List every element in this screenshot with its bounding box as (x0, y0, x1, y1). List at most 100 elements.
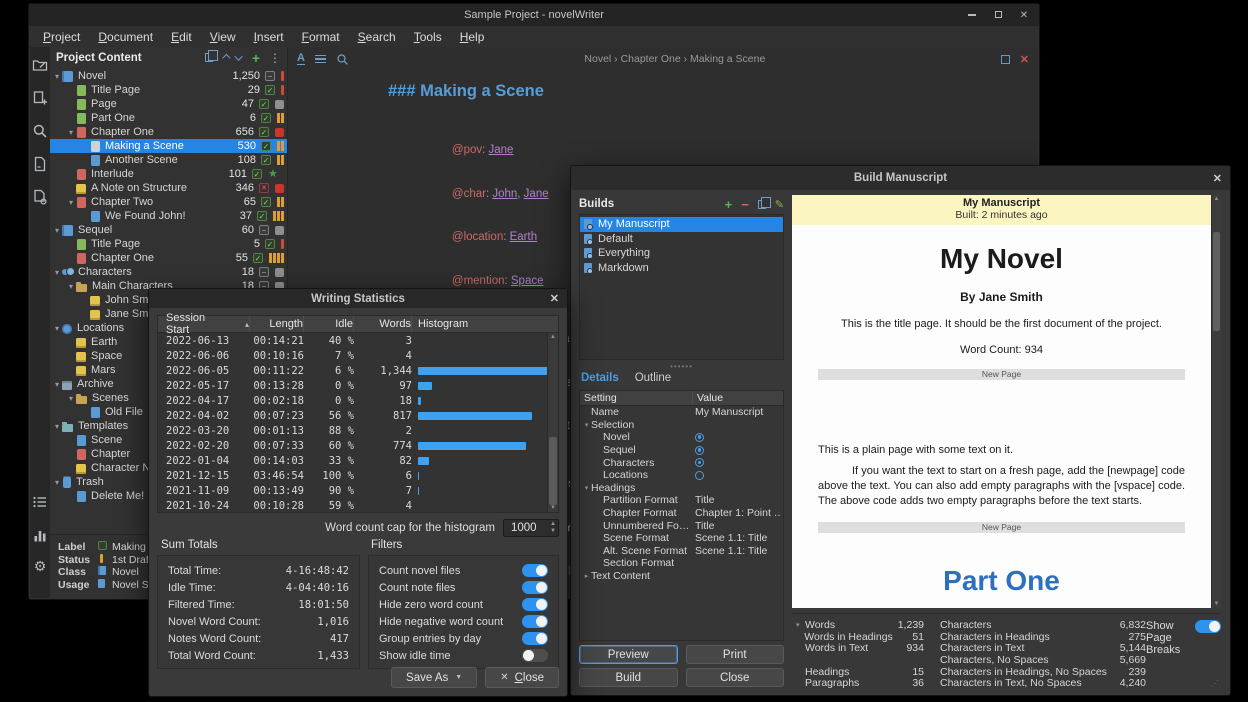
writing-stats-icon[interactable] (32, 527, 48, 543)
search-icon[interactable] (32, 123, 48, 139)
session-row[interactable]: 2022-04-17 00:02:18 0 % 18 (158, 393, 558, 408)
typography-icon[interactable]: A (297, 53, 305, 65)
expander-icon[interactable]: ▾ (582, 421, 591, 429)
expander-icon[interactable]: ▸ (582, 572, 591, 580)
close-button[interactable]: ✕Close (485, 667, 559, 688)
radio-indicator[interactable] (695, 458, 704, 467)
move-up-icon[interactable] (222, 53, 230, 61)
session-row[interactable]: 2022-06-05 00:11:22 6 % 1,344 (158, 363, 558, 378)
close-dialog-icon[interactable]: ✕ (550, 289, 559, 308)
menu-item[interactable]: Format (293, 28, 349, 46)
setting-row[interactable]: Sequel (580, 444, 783, 457)
document-icon[interactable] (32, 156, 48, 172)
column-setting[interactable]: Setting (580, 391, 693, 405)
filter-toggle[interactable] (522, 615, 548, 628)
setting-row[interactable]: ▸ Text Content (580, 570, 783, 583)
dialog-button[interactable]: Close (686, 668, 785, 687)
column-idle[interactable]: Idle (304, 316, 354, 332)
column-histogram[interactable]: Histogram (412, 316, 558, 332)
filter-toggle[interactable] (522, 598, 548, 611)
add-build-icon[interactable]: + (725, 197, 733, 212)
tree-item[interactable]: Title Page 29 (50, 83, 287, 97)
tree-item[interactable]: ▾ Chapter One 656 (50, 125, 287, 139)
expander-icon[interactable]: ▾ (52, 324, 62, 333)
setting-row[interactable]: Chapter Format Chapter 1: Point … (580, 507, 783, 520)
setting-row[interactable]: Locations (580, 469, 783, 482)
setting-row[interactable]: Partition Format Title (580, 494, 783, 507)
stats-titlebar[interactable]: Writing Statistics ✕ (149, 289, 567, 308)
histogram-cap-spinner[interactable]: 1000 ▲▼ (503, 519, 559, 537)
tree-item[interactable]: Part One 6 (50, 111, 287, 125)
tree-item[interactable]: ▾ Sequel 60 (50, 223, 287, 237)
session-row[interactable]: 2021-11-09 00:13:49 90 % 7 (158, 483, 558, 498)
splitter-handle[interactable]: •••••• (579, 362, 784, 371)
menu-item[interactable]: View (201, 28, 245, 46)
table-scrollbar[interactable]: ▲▼ (547, 333, 558, 512)
search-icon[interactable] (336, 53, 349, 66)
menu-item[interactable]: Search (349, 28, 405, 46)
duplicate-build-icon[interactable] (758, 200, 766, 209)
doc-settings-icon[interactable] (32, 189, 48, 205)
novel-view-icon[interactable] (32, 90, 48, 106)
outline-view-icon[interactable] (32, 494, 48, 510)
setting-row[interactable]: Alt. Scene Format Scene 1.1: Title (580, 545, 783, 558)
column-value[interactable]: Value (693, 392, 723, 404)
setting-row[interactable]: Section Format (580, 557, 783, 570)
build-item[interactable]: Default (580, 232, 783, 247)
session-row[interactable]: 2022-05-17 00:13:28 0 % 97 (158, 378, 558, 393)
maximize-button[interactable] (985, 10, 1011, 21)
filter-toggle[interactable] (522, 564, 548, 577)
resize-grip[interactable]: ⋰ (1211, 679, 1219, 687)
menu-item[interactable]: Edit (162, 28, 201, 46)
session-row[interactable]: 2021-10-24 00:10:28 59 % 4 (158, 498, 558, 512)
expander-icon[interactable]: ▾ (796, 621, 805, 629)
tab[interactable]: Details (581, 372, 619, 384)
outline-icon[interactable] (315, 53, 326, 66)
session-row[interactable]: 2022-02-20 00:07:33 60 % 774 (158, 438, 558, 453)
menu-item[interactable]: Document (89, 28, 162, 46)
tree-item[interactable]: Chapter One 55 (50, 251, 287, 265)
build-item[interactable]: Markdown (580, 261, 783, 276)
expander-icon[interactable]: ▾ (52, 72, 62, 81)
close-dialog-icon[interactable]: ✕ (1213, 166, 1222, 190)
column-words[interactable]: Words (354, 316, 412, 332)
expander-icon[interactable]: ▾ (582, 484, 591, 492)
tree-item[interactable]: Interlude 101 (50, 167, 287, 181)
expander-icon[interactable]: ▾ (52, 226, 62, 235)
expand-all-icon[interactable] (205, 53, 213, 62)
session-row[interactable]: 2022-06-06 00:10:16 7 % 4 (158, 348, 558, 363)
spin-up-icon[interactable]: ▲ (550, 521, 556, 528)
session-row[interactable]: 2022-01-04 00:14:03 33 % 82 (158, 453, 558, 468)
close-button[interactable]: ✕ (1011, 10, 1037, 21)
expander-icon[interactable]: ▾ (52, 380, 62, 389)
filter-toggle[interactable] (522, 649, 548, 662)
preview-page[interactable]: My Novel By Jane Smith This is the title… (792, 225, 1211, 608)
expander-icon[interactable]: ▾ (66, 282, 76, 291)
expander-icon[interactable]: ▾ (66, 128, 76, 137)
session-row[interactable]: 2022-04-02 00:07:23 56 % 817 (158, 408, 558, 423)
tree-item[interactable]: ▾ Chapter Two 65 (50, 195, 287, 209)
expander-icon[interactable]: ▾ (52, 478, 62, 487)
dialog-button[interactable]: Build (579, 668, 678, 687)
radio-indicator[interactable] (695, 471, 704, 480)
tree-item[interactable]: Another Scene 108 (50, 153, 287, 167)
minimize-button[interactable] (959, 10, 985, 21)
column-session-start[interactable]: Session Start ▴ (158, 316, 250, 332)
add-item-icon[interactable]: + (252, 53, 260, 63)
build-item[interactable]: Everything (580, 246, 783, 261)
tree-item[interactable]: ▾ Novel 1,250 (50, 69, 287, 83)
column-length[interactable]: Length (250, 316, 304, 332)
menu-item[interactable]: Help (451, 28, 494, 46)
build-titlebar[interactable]: Build Manuscript ✕ (571, 166, 1230, 190)
expander-icon[interactable]: ▾ (52, 268, 62, 277)
filter-toggle[interactable] (522, 581, 548, 594)
menu-item[interactable]: Insert (245, 28, 293, 46)
setting-row[interactable]: Name My Manuscript (580, 406, 783, 419)
setting-row[interactable]: Scene Format Scene 1.1: Title (580, 532, 783, 545)
more-menu-icon[interactable]: ⋮ (269, 51, 281, 65)
filter-toggle[interactable] (522, 632, 548, 645)
build-item[interactable]: My Manuscript (580, 217, 783, 232)
menu-item[interactable]: Project (34, 28, 89, 46)
tree-item[interactable]: Page 47 (50, 97, 287, 111)
session-row[interactable]: 2022-03-20 00:01:13 88 % 2 (158, 423, 558, 438)
